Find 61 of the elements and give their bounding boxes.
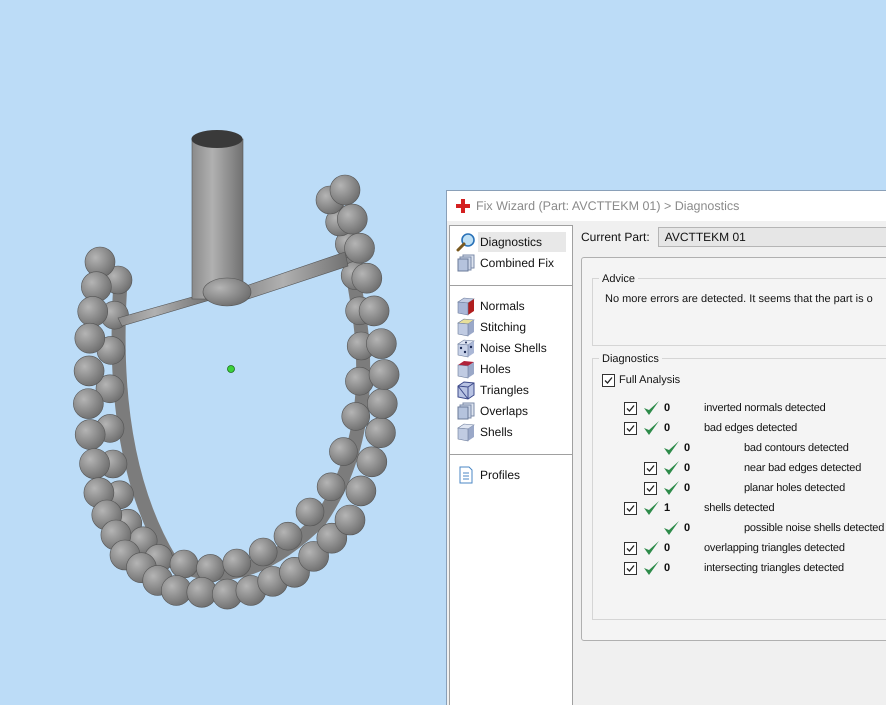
sidebar-item[interactable]: Shells: [478, 422, 566, 442]
sidebar-item[interactable]: Profiles: [478, 465, 566, 485]
sidebar-item[interactable]: Combined Fix: [478, 253, 566, 273]
checkbox[interactable]: [602, 374, 615, 386]
current-part-field: AVCTTEKM 01: [658, 227, 886, 247]
diagnostic-label: planar holes detected: [744, 480, 845, 496]
stacked-cubes-icon: [456, 253, 476, 273]
magnifier-icon: [456, 232, 476, 252]
checkbox[interactable]: [624, 542, 637, 554]
cube-icon: [456, 359, 476, 379]
checkmark-icon: [663, 440, 680, 456]
diagnostic-label: shells detected: [704, 500, 774, 516]
checkbox[interactable]: [644, 462, 657, 474]
window-title: Fix Wizard (Part: AVCTTEKM 01) > Diagnostics: [476, 198, 740, 215]
count-text: 0: [664, 400, 672, 416]
count-text: 1: [664, 500, 672, 516]
checkmark-icon: [643, 540, 660, 556]
current-part-label: Current Part:: [581, 229, 650, 246]
sidebar-item[interactable]: Normals: [478, 296, 566, 316]
sidebar-item[interactable]: Stitching: [478, 317, 566, 337]
count-text: 0: [684, 480, 692, 496]
sidebar-item[interactable]: Triangles: [478, 380, 566, 400]
diagnostic-label: inverted normals detected: [704, 400, 826, 416]
checkbox[interactable]: [624, 402, 637, 414]
stacked-cubes-icon: [456, 401, 476, 421]
checkmark-icon: [643, 420, 660, 436]
diagnostic-label: bad edges detected: [704, 420, 798, 436]
count-text: 0: [664, 540, 672, 556]
sidebar-item[interactable]: Diagnostics: [478, 232, 566, 252]
diagnostic-label: intersecting triangles detected: [704, 560, 844, 576]
diagnostic-label: near bad edges detected: [744, 460, 862, 476]
checkbox[interactable]: [624, 502, 637, 514]
checkbox[interactable]: [624, 422, 637, 434]
checkmark-icon: [663, 460, 680, 476]
group-title: Diagnostics: [599, 351, 662, 368]
diagnostic-label: possible noise shells detected: [744, 520, 884, 536]
medical-cross-icon: [456, 199, 470, 213]
sidebar-item[interactable]: Overlaps: [478, 401, 566, 421]
shaded-cube-icon: [456, 296, 476, 316]
checkbox[interactable]: [624, 562, 637, 574]
diagnostic-label: bad contours detected: [744, 440, 849, 456]
checkmark-icon: [643, 560, 660, 576]
checkmark-icon: [663, 520, 680, 536]
cube-icon: [456, 422, 476, 442]
count-text: 0: [664, 560, 672, 576]
checkmark-icon: [663, 480, 680, 496]
advice-text: No more errors are detected. It seems that the part is o: [605, 293, 873, 305]
checkmark-icon: [643, 400, 660, 416]
count-text: 0: [684, 460, 692, 476]
stitched-cube-icon: [456, 317, 476, 337]
sidebar-item[interactable]: Holes: [478, 359, 566, 379]
diagnostic-label: overlapping triangles detected: [704, 540, 845, 556]
checkmark-icon: [643, 500, 660, 516]
checkbox-label: Full Analysis: [619, 372, 680, 388]
count-text: 0: [684, 520, 692, 536]
count-text: 0: [684, 440, 692, 456]
count-text: 0: [664, 420, 672, 436]
wireframe-cube-icon: [456, 380, 476, 400]
dotted-cube-icon: [456, 338, 476, 358]
checkbox[interactable]: [644, 482, 657, 494]
sidebar-item[interactable]: Noise Shells: [478, 338, 566, 358]
